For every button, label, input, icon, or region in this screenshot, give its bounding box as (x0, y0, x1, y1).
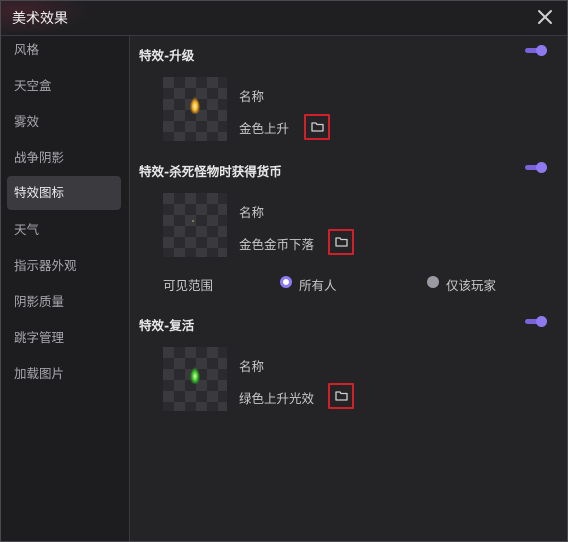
radio-selected-icon (280, 276, 292, 288)
effect-preview-currency[interactable] (163, 193, 227, 257)
green-flame-icon (189, 365, 201, 384)
radio-label: 仅该玩家 (446, 278, 497, 293)
sidebar-item-war-shadow[interactable]: 战争阴影 (7, 141, 121, 175)
sidebar-item-label: 天空盒 (14, 78, 52, 93)
sidebar-item-label: 雾效 (14, 114, 40, 129)
sidebar-item-style[interactable]: 风格 (7, 33, 121, 67)
effect-preview-upgrade[interactable] (163, 77, 227, 141)
toggle-knob (536, 45, 547, 56)
sidebar-item-label: 特效图标 (14, 185, 65, 200)
effect-name-currency: 金色金币下落 (239, 237, 315, 252)
sidebar-item-loading-images[interactable]: 加载图片 (7, 357, 121, 391)
sidebar-item-indicator-look[interactable]: 指示器外观 (7, 249, 121, 283)
radio-everyone[interactable]: 所有人 (280, 275, 350, 293)
sidebar-item-fog[interactable]: 雾效 (7, 105, 121, 139)
effect-preview-revive[interactable] (163, 347, 227, 411)
effect-name-revive: 绿色上升光效 (239, 391, 315, 406)
sidebar-item-label: 跳字管理 (14, 330, 65, 345)
name-label: 名称 (239, 89, 265, 104)
browse-button-revive[interactable] (328, 383, 354, 409)
folder-icon (335, 391, 348, 401)
sidebar-item-weather[interactable]: 天气 (7, 213, 121, 247)
section-title-revive: 特效-复活 (139, 318, 195, 333)
toggle-upgrade[interactable] (525, 45, 547, 56)
title-bar: 美术效果 (1, 1, 567, 36)
sidebar-item-skybox[interactable]: 天空盒 (7, 69, 121, 103)
sidebar-item-effect-icons[interactable]: 特效图标 (7, 176, 121, 210)
sidebar-item-label: 加载图片 (14, 366, 65, 381)
folder-icon (335, 237, 348, 247)
gold-flame-icon (189, 95, 201, 114)
sidebar-item-label: 指示器外观 (14, 258, 77, 273)
sidebar-item-label: 天气 (14, 222, 40, 237)
radio-unselected-icon (427, 276, 439, 288)
toggle-revive[interactable] (525, 316, 547, 327)
browse-button-upgrade[interactable] (304, 114, 330, 140)
art-effects-window: 美术效果 风格 天空盒 雾效 战争阴影 特效图标 天气 指示器外观 阴影质量 跳… (0, 0, 568, 542)
name-label: 名称 (239, 205, 265, 220)
gold-coin-drop-icon (192, 220, 194, 222)
name-label: 名称 (239, 359, 265, 374)
radio-this-player[interactable]: 仅该玩家 (427, 275, 507, 293)
effect-name-upgrade: 金色上升 (239, 121, 290, 136)
browse-button-currency[interactable] (328, 229, 354, 255)
sidebar-item-jump-text[interactable]: 跳字管理 (7, 321, 121, 355)
sidebar-item-shadow-quality[interactable]: 阴影质量 (7, 285, 121, 319)
close-icon (538, 10, 552, 24)
section-title-currency: 特效-杀死怪物时获得货币 (139, 164, 282, 179)
window-title: 美术效果 (12, 11, 68, 27)
radio-label: 所有人 (299, 278, 337, 293)
sidebar-item-label: 战争阴影 (14, 150, 65, 165)
close-button[interactable] (535, 7, 555, 27)
toggle-currency[interactable] (525, 162, 547, 173)
visibility-label: 可见范围 (163, 278, 214, 293)
toggle-knob (536, 316, 547, 327)
sidebar: 风格 天空盒 雾效 战争阴影 特效图标 天气 指示器外观 阴影质量 跳字管理 加… (1, 36, 130, 541)
section-title-upgrade: 特效-升级 (139, 48, 195, 63)
toggle-knob (536, 162, 547, 173)
sidebar-item-label: 风格 (14, 42, 40, 57)
folder-icon (311, 122, 324, 132)
sidebar-item-label: 阴影质量 (14, 294, 65, 309)
main-panel: 特效-升级 名称 金色上升 特效-杀死怪物时获得货币 名称 金色金币下落 可见范… (130, 36, 567, 541)
